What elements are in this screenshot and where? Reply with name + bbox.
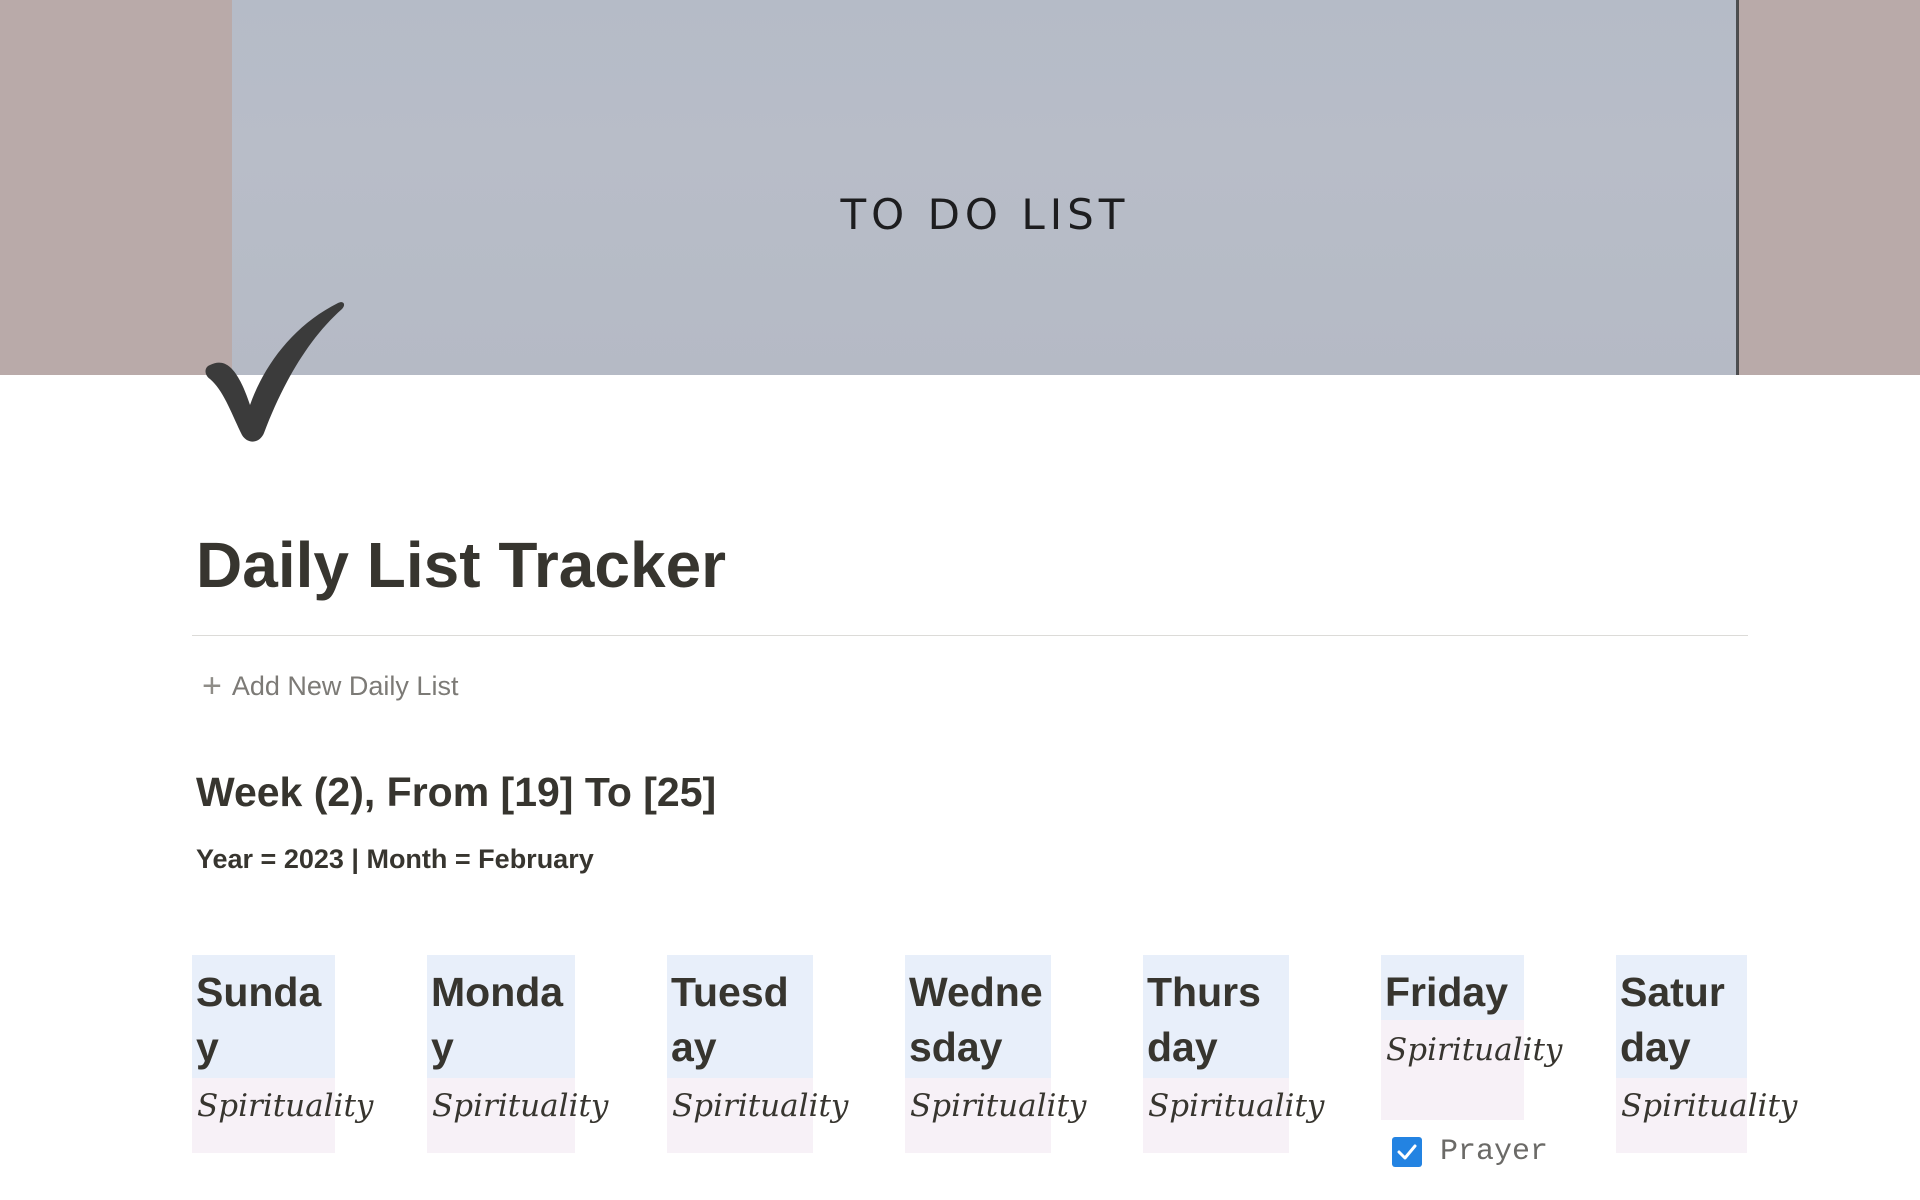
day-column-tuesday: Tuesday Spirituality <box>667 955 848 1153</box>
add-new-daily-list-button[interactable]: + Add New Daily List <box>202 666 458 706</box>
day-column-wednesday: Wednesday Spirituality <box>905 955 1086 1153</box>
year-month-line: Year = 2023 | Month = February <box>196 844 594 874</box>
day-tag-thursday[interactable]: Spirituality <box>1143 1078 1324 1153</box>
day-column-sunday: Sunday Spirituality <box>192 955 373 1153</box>
day-tag-friday[interactable]: Spirituality <box>1381 1020 1562 1120</box>
day-tag-sunday[interactable]: Spirituality <box>192 1078 373 1153</box>
day-tag-monday[interactable]: Spirituality <box>427 1078 608 1153</box>
day-column-saturday: Saturday Spirituality <box>1616 955 1797 1153</box>
day-header-sunday[interactable]: Sunday <box>192 955 335 1078</box>
cover-paper-edge <box>1736 0 1739 375</box>
check-icon <box>1397 1144 1417 1160</box>
day-column-monday: Monday Spirituality <box>427 955 608 1153</box>
day-column-thursday: Thursday Spirituality <box>1143 955 1324 1153</box>
day-tag-wednesday[interactable]: Spirituality <box>905 1078 1086 1153</box>
todo-label[interactable]: Prayer <box>1440 1135 1548 1169</box>
cover-text: TO DO LIST <box>840 190 1130 239</box>
checkbox-checked[interactable] <box>1392 1137 1422 1167</box>
todo-item: Prayer <box>1392 1135 1548 1169</box>
day-column-friday: Friday Spirituality <box>1381 955 1562 1120</box>
day-header-friday[interactable]: Friday <box>1381 955 1524 1020</box>
day-tag-saturday[interactable]: Spirituality <box>1616 1078 1797 1153</box>
day-tag-tuesday[interactable]: Spirituality <box>667 1078 848 1153</box>
plus-icon: + <box>202 667 222 705</box>
week-heading: Week (2), From [19] To [25] <box>196 769 717 815</box>
day-header-saturday[interactable]: Saturday <box>1616 955 1747 1078</box>
day-header-wednesday[interactable]: Wednesday <box>905 955 1051 1078</box>
day-header-thursday[interactable]: Thursday <box>1143 955 1289 1078</box>
checkmark-icon[interactable] <box>198 295 358 455</box>
cover-paper <box>232 0 1738 375</box>
divider <box>192 635 1748 636</box>
day-header-tuesday[interactable]: Tuesday <box>667 955 813 1078</box>
page-title: Daily List Tracker <box>196 529 727 601</box>
day-header-monday[interactable]: Monday <box>427 955 575 1078</box>
add-new-label: Add New Daily List <box>231 670 459 701</box>
